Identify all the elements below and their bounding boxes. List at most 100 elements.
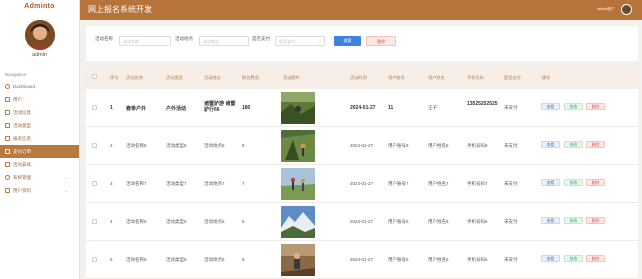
user-icon bbox=[5, 188, 10, 193]
paid-select-placeholder: 是否支付 bbox=[279, 39, 295, 44]
sidebar-item-activity-info[interactable]: 活动信息 bbox=[0, 106, 79, 119]
cell-account: 用户账号8 bbox=[388, 143, 409, 148]
cell-date: 2024-01-27 bbox=[350, 105, 376, 111]
header-user-name[interactable]: admin用户 bbox=[597, 7, 614, 12]
cell-fee: 7 bbox=[242, 181, 245, 186]
cell-name: 春季户外 bbox=[126, 106, 147, 112]
column-header: 手机号码 bbox=[467, 75, 484, 80]
activity-image[interactable] bbox=[281, 168, 315, 200]
view-button[interactable]: 查看 bbox=[541, 217, 560, 224]
sidebar-item-dashboard[interactable]: Dashboard bbox=[0, 80, 79, 93]
cell-type: 活动类型7 bbox=[166, 181, 187, 186]
delete-button[interactable]: 删除 bbox=[586, 255, 605, 262]
cell-index: 2 bbox=[110, 143, 113, 148]
list-icon bbox=[5, 136, 10, 141]
cell-fee: 6 bbox=[242, 219, 245, 224]
list-icon bbox=[5, 162, 10, 167]
row-checkbox[interactable] bbox=[92, 181, 97, 186]
cell-name: 活动名称8 bbox=[126, 143, 147, 148]
activity-image[interactable] bbox=[281, 244, 315, 276]
paid-select[interactable]: 是否支付 ⌄ bbox=[275, 36, 325, 46]
sidebar-item-activity-type[interactable]: 活动类型 bbox=[0, 119, 79, 132]
chevron-down-icon: ⌄ bbox=[317, 39, 321, 44]
cell-fee: 8 bbox=[242, 143, 245, 148]
row-checkbox[interactable] bbox=[92, 219, 97, 224]
delete-button[interactable]: 删除 bbox=[586, 179, 605, 186]
column-header: 序号 bbox=[110, 75, 119, 80]
table-row: 4 活动名称6 活动类型6 活动地点6 6 2024-01-27 用户账号6 用… bbox=[86, 203, 638, 241]
edit-button[interactable]: 修改 bbox=[564, 179, 583, 186]
delete-selected-button[interactable]: 删除 bbox=[366, 36, 396, 46]
cell-username: 用户姓名5 bbox=[428, 257, 449, 262]
cell-index: 4 bbox=[110, 219, 113, 224]
sidebar-item-label: 支付订单 bbox=[13, 148, 31, 154]
data-table: 序号 活动名称 活动类型 活动地点 报名费用 活动图片 活动时间 用户账号 用户… bbox=[86, 66, 638, 279]
view-button[interactable]: 查看 bbox=[541, 179, 560, 186]
row-checkbox[interactable] bbox=[92, 257, 97, 262]
edit-button[interactable]: 修改 bbox=[564, 141, 583, 148]
edit-button[interactable]: 修改 bbox=[564, 103, 583, 110]
cell-paid: 未支付 bbox=[504, 219, 518, 224]
search-button[interactable]: 搜索 bbox=[334, 36, 361, 46]
edit-button[interactable]: 修改 bbox=[564, 217, 583, 224]
cell-date: 2024-01-27 bbox=[350, 219, 374, 224]
edit-button[interactable]: 修改 bbox=[564, 255, 583, 262]
search-label-place: 活动地点 bbox=[175, 36, 193, 41]
chevron-down-icon: ⌄ bbox=[64, 175, 68, 180]
cell-type: 活动类型8 bbox=[166, 143, 187, 148]
sidebar-item-user[interactable]: 用户 bbox=[0, 93, 79, 106]
column-header: 活动名称 bbox=[126, 75, 143, 80]
brand-logo[interactable]: Adminto bbox=[0, 0, 79, 14]
sidebar-item-schedule[interactable]: 活动安排 bbox=[0, 158, 79, 171]
column-header: 操作 bbox=[542, 75, 551, 80]
table-row: 1 春季户外 户外活动 诸暨驴游 诸暨驴行66 180 2024-01-27 1… bbox=[86, 89, 638, 127]
activity-place-input[interactable]: 活动地点 bbox=[199, 36, 249, 46]
activity-image[interactable] bbox=[281, 92, 315, 124]
delete-button[interactable]: 删除 bbox=[586, 141, 605, 148]
view-button[interactable]: 查看 bbox=[541, 103, 560, 110]
activity-image[interactable] bbox=[281, 206, 315, 238]
avatar[interactable] bbox=[24, 20, 55, 50]
column-header: 活动地点 bbox=[204, 75, 221, 80]
list-icon bbox=[5, 123, 10, 128]
cell-username: 用户姓名6 bbox=[428, 219, 449, 224]
search-label-name: 活动名称 bbox=[95, 36, 113, 41]
cell-paid: 未支付 bbox=[504, 257, 518, 262]
row-checkbox[interactable] bbox=[92, 105, 97, 110]
cell-paid: 未支付 bbox=[504, 143, 518, 148]
sidebar-item-label: Dashboard bbox=[13, 84, 36, 89]
cell-username: 王子 bbox=[428, 105, 437, 110]
cell-phone: 手机号码5 bbox=[467, 257, 488, 262]
sidebar-item-payment-orders[interactable]: 支付订单 bbox=[0, 145, 79, 158]
activity-image[interactable] bbox=[281, 130, 315, 162]
user-name: admin bbox=[32, 52, 47, 58]
select-all-checkbox[interactable] bbox=[92, 74, 97, 79]
header-avatar[interactable] bbox=[621, 4, 632, 15]
table-row: 3 活动名称7 活动类型7 活动地点7 7 2024-01-27 用户账号7 用… bbox=[86, 165, 638, 203]
table-row: 5 活动名称5 活动类型5 活动地点5 5 2024-01-27 用户账号5 用… bbox=[86, 241, 638, 279]
view-button[interactable]: 查看 bbox=[541, 255, 560, 262]
delete-button[interactable]: 删除 bbox=[586, 217, 605, 224]
row-checkbox[interactable] bbox=[92, 143, 97, 148]
cell-name: 活动名称5 bbox=[126, 257, 147, 262]
view-button[interactable]: 查看 bbox=[541, 141, 560, 148]
cell-username: 用户姓名7 bbox=[428, 181, 449, 186]
cell-date: 2024-01-27 bbox=[350, 257, 374, 262]
column-header: 是否支付 bbox=[504, 75, 521, 80]
cell-phone: 手机号码8 bbox=[467, 143, 488, 148]
sidebar-item-system[interactable]: 系统管理 ⌄ bbox=[0, 171, 79, 184]
sidebar-item-profile[interactable]: 用户资料 ⌄ bbox=[0, 184, 79, 197]
cell-place: 诸暨驴游 诸暨驴行66 bbox=[204, 101, 236, 113]
cell-fee: 180 bbox=[242, 105, 251, 111]
sidebar-item-registration[interactable]: 报名信息 bbox=[0, 132, 79, 145]
dashboard-icon bbox=[5, 84, 10, 89]
top-header: 网上报名系统开发 admin用户 bbox=[80, 0, 642, 20]
sidebar-item-label: 活动类型 bbox=[13, 122, 31, 128]
column-header: 活动图片 bbox=[283, 75, 300, 80]
activity-name-input[interactable]: 活动名称 bbox=[119, 36, 171, 46]
user-icon bbox=[5, 97, 10, 102]
cell-date: 2024-01-27 bbox=[350, 181, 374, 186]
sidebar-item-label: 用户 bbox=[13, 96, 22, 102]
cell-username: 用户姓名8 bbox=[428, 143, 449, 148]
delete-button[interactable]: 删除 bbox=[586, 103, 605, 110]
